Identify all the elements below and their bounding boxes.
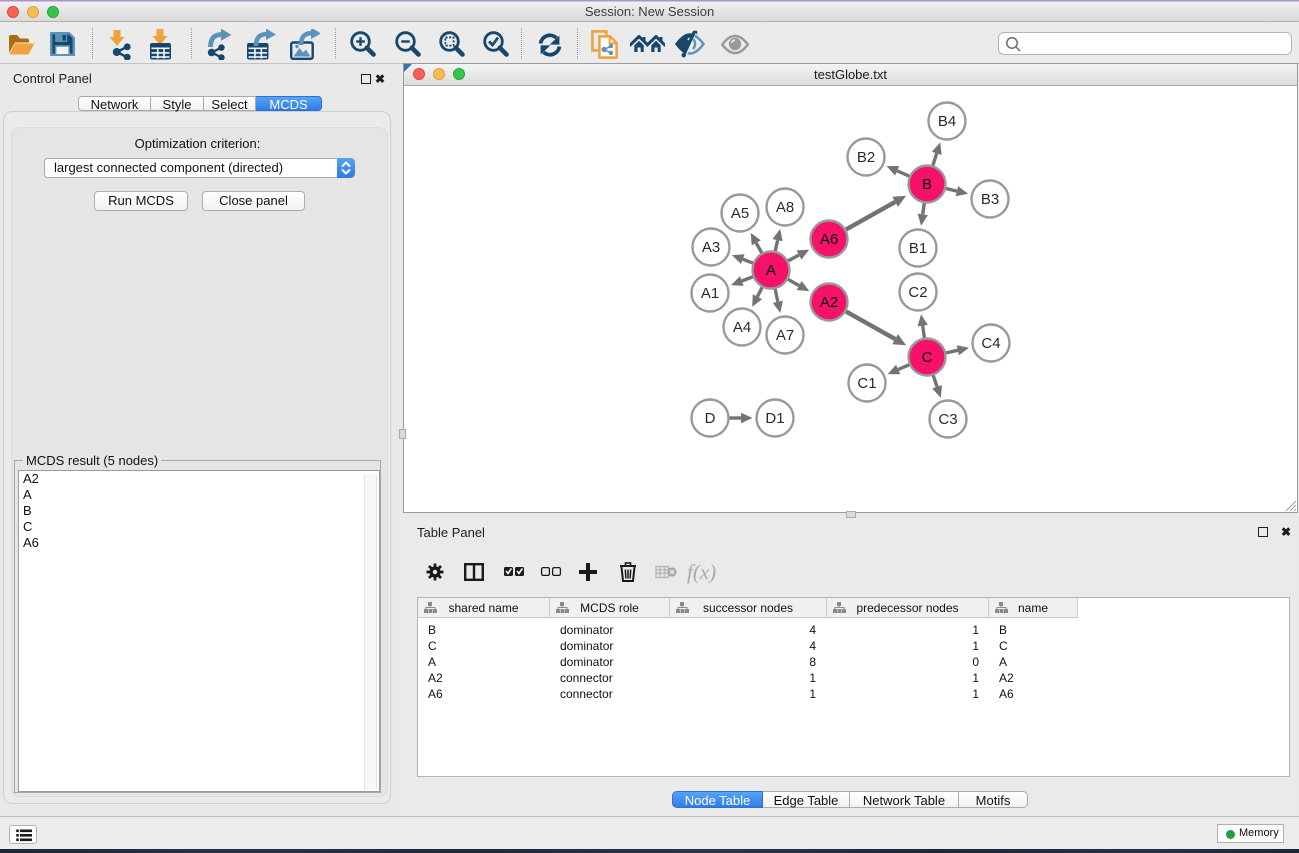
svg-text:C3: C3: [938, 411, 957, 428]
svg-text:B2: B2: [857, 149, 875, 166]
svg-text:B3: B3: [981, 191, 999, 208]
svg-text:D: D: [705, 410, 716, 427]
svg-text:A1: A1: [701, 285, 719, 302]
svg-text:D1: D1: [765, 410, 784, 427]
svg-text:A6: A6: [820, 231, 838, 248]
svg-text:A3: A3: [702, 239, 720, 256]
svg-text:A4: A4: [733, 319, 751, 336]
svg-text:B1: B1: [909, 240, 927, 257]
svg-text:A8: A8: [776, 199, 794, 216]
svg-text:B4: B4: [938, 113, 956, 130]
svg-text:C1: C1: [857, 375, 876, 392]
svg-text:A5: A5: [731, 205, 749, 222]
svg-text:C4: C4: [981, 335, 1000, 352]
svg-text:C2: C2: [908, 284, 927, 301]
svg-text:C: C: [922, 349, 933, 366]
svg-text:B: B: [922, 176, 932, 193]
svg-text:A2: A2: [820, 294, 838, 311]
svg-text:A7: A7: [776, 327, 794, 344]
svg-text:A: A: [766, 262, 776, 279]
